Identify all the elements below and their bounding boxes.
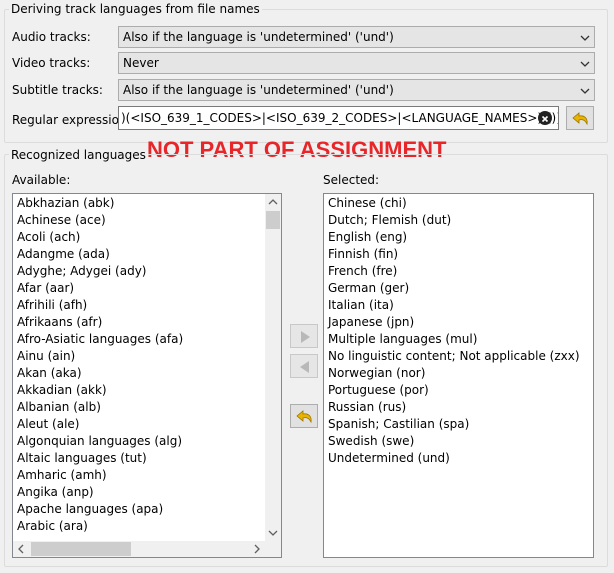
audio-tracks-value: Also if the language is 'undetermined' (…: [123, 30, 394, 44]
list-item[interactable]: English (eng): [328, 229, 407, 246]
subtitle-tracks-value: Also if the language is 'undetermined' (…: [123, 83, 394, 97]
list-item[interactable]: Achinese (ace): [17, 212, 106, 229]
list-item[interactable]: Ainu (ain): [17, 348, 75, 365]
deriving-group-title: Deriving track languages from file names: [9, 2, 262, 16]
list-item[interactable]: Finnish (fin): [328, 246, 398, 263]
list-item[interactable]: Dutch; Flemish (dut): [328, 212, 451, 229]
video-tracks-value: Never: [123, 56, 159, 70]
regex-value: )(<ISO_639_1_CODES>|<ISO_639_2_CODES>|<L…: [121, 111, 559, 125]
available-hscroll-thumb[interactable]: [31, 542, 131, 556]
chevron-down-icon: [580, 88, 590, 94]
add-language-button[interactable]: [290, 324, 318, 348]
undo-icon: [296, 410, 312, 424]
scroll-down-icon[interactable]: [265, 525, 281, 541]
list-item[interactable]: German (ger): [328, 280, 409, 297]
list-item[interactable]: Italian (ita): [328, 297, 394, 314]
list-item[interactable]: Algonquian languages (alg): [17, 433, 182, 450]
revert-languages-button[interactable]: [290, 404, 318, 428]
list-item[interactable]: Apache languages (apa): [17, 501, 163, 518]
list-item[interactable]: Norwegian (nor): [328, 365, 425, 382]
available-list[interactable]: Abkhazian (abk) Achinese (ace) Acoli (ach)…: [12, 193, 282, 558]
scroll-up-icon[interactable]: [265, 194, 281, 210]
undo-icon: [572, 112, 588, 126]
arrow-right-icon: [301, 331, 310, 343]
list-item[interactable]: Undetermined (und): [328, 450, 450, 467]
list-item[interactable]: Afro-Asiatic languages (afa): [17, 331, 183, 348]
clear-icon[interactable]: [538, 111, 552, 125]
list-item[interactable]: French (fre): [328, 263, 397, 280]
remove-language-button[interactable]: [290, 354, 318, 378]
list-item[interactable]: Spanish; Castilian (spa): [328, 416, 469, 433]
list-item[interactable]: Abkhazian (abk): [17, 195, 114, 212]
chevron-down-icon: [580, 61, 590, 67]
list-item[interactable]: Japanese (jpn): [328, 314, 414, 331]
available-vscroll[interactable]: [265, 194, 281, 541]
regex-input[interactable]: )(<ISO_639_1_CODES>|<ISO_639_2_CODES>|<L…: [118, 106, 559, 130]
list-item[interactable]: Portuguese (por): [328, 382, 429, 399]
selected-label: Selected:: [323, 173, 380, 187]
video-tracks-label: Video tracks:: [12, 56, 91, 70]
list-item[interactable]: Angika (anp): [17, 484, 94, 501]
list-item[interactable]: Aleut (ale): [17, 416, 79, 433]
audio-tracks-combo[interactable]: Also if the language is 'undetermined' (…: [118, 26, 595, 48]
list-item[interactable]: Multiple languages (mul): [328, 331, 477, 348]
chevron-down-icon: [580, 35, 590, 41]
list-item[interactable]: No linguistic content; Not applicable (z…: [328, 348, 580, 365]
arrow-left-icon: [300, 361, 309, 373]
scroll-right-icon[interactable]: [249, 541, 265, 557]
subtitle-tracks-combo[interactable]: Also if the language is 'undetermined' (…: [118, 79, 595, 101]
audio-tracks-label: Audio tracks:: [12, 30, 91, 44]
selected-list[interactable]: Chinese (chi) Dutch; Flemish (dut) English…: [323, 193, 594, 558]
video-tracks-combo[interactable]: Never: [118, 52, 595, 74]
scroll-corner: [265, 541, 281, 557]
list-item[interactable]: Amharic (amh): [17, 467, 107, 484]
list-item[interactable]: Altaic languages (tut): [17, 450, 147, 467]
list-item[interactable]: Adangme (ada): [17, 246, 110, 263]
list-item[interactable]: Chinese (chi): [328, 195, 407, 212]
regex-label: Regular expression:: [12, 113, 131, 127]
available-hscroll[interactable]: [13, 541, 265, 557]
list-item[interactable]: Russian (rus): [328, 399, 406, 416]
list-item[interactable]: Swedish (swe): [328, 433, 414, 450]
list-item[interactable]: Afar (aar): [17, 280, 74, 297]
list-item[interactable]: Afrihili (afh): [17, 297, 87, 314]
list-item[interactable]: Akkadian (akk): [17, 382, 107, 399]
available-label: Available:: [12, 173, 71, 187]
list-item[interactable]: Arabic (ara): [17, 518, 88, 535]
list-item[interactable]: Afrikaans (afr): [17, 314, 102, 331]
recognized-group-title: Recognized languages: [9, 148, 148, 162]
list-item[interactable]: Albanian (alb): [17, 399, 101, 416]
revert-regex-button[interactable]: [566, 106, 594, 130]
available-vscroll-thumb[interactable]: [266, 211, 280, 229]
list-item[interactable]: Akan (aka): [17, 365, 82, 382]
scroll-left-icon[interactable]: [13, 541, 29, 557]
subtitle-tracks-label: Subtitle tracks:: [12, 83, 103, 97]
list-item[interactable]: Acoli (ach): [17, 229, 80, 246]
list-item[interactable]: Adyghe; Adygei (ady): [17, 263, 146, 280]
